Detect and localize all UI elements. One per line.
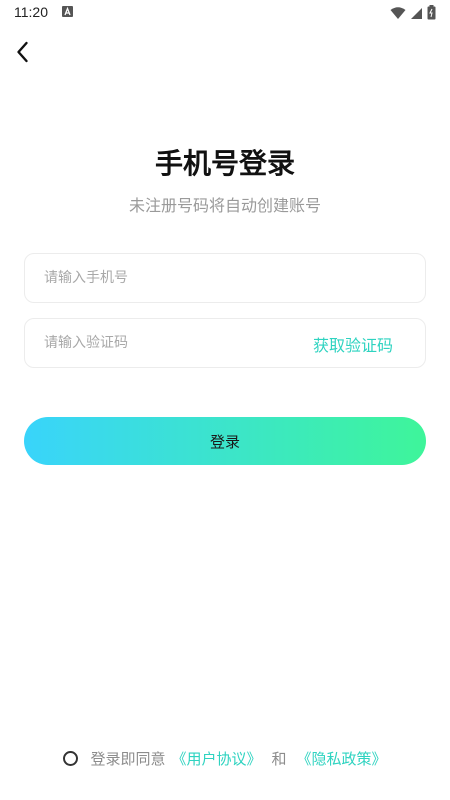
phone-field — [24, 253, 426, 303]
login-button[interactable]: 登录 — [24, 417, 426, 465]
code-field: 获取验证码 — [24, 318, 426, 368]
signal-icon — [410, 5, 423, 24]
battery-icon — [427, 5, 436, 24]
privacy-policy-link[interactable]: 《隐私政策》 — [297, 748, 387, 769]
agreement-prefix: 登录即同意 — [90, 750, 166, 768]
notification-a-icon — [62, 6, 73, 17]
agreement-row: 登录即同意 《用户协议》 和 《隐私政策》 — [0, 748, 450, 769]
status-time: 11:20 — [14, 4, 48, 20]
page-subtitle: 未注册号码将自动创建账号 — [128, 196, 321, 215]
agree-checkbox[interactable] — [63, 751, 79, 766]
login-button-label: 登录 — [209, 432, 240, 451]
page-title: 手机号登录 — [154, 147, 295, 180]
status-bar: 11:20 — [0, 0, 450, 26]
verification-code-input[interactable] — [44, 319, 304, 367]
agreement-conjunction: 和 — [271, 750, 287, 768]
chevron-left-icon — [17, 41, 28, 63]
phone-input[interactable] — [44, 254, 304, 302]
user-agreement-link[interactable]: 《用户协议》 — [171, 748, 261, 769]
status-icons — [390, 5, 436, 24]
back-button[interactable] — [10, 38, 38, 66]
get-code-button[interactable]: 获取验证码 — [313, 332, 393, 356]
wifi-icon — [390, 5, 406, 24]
